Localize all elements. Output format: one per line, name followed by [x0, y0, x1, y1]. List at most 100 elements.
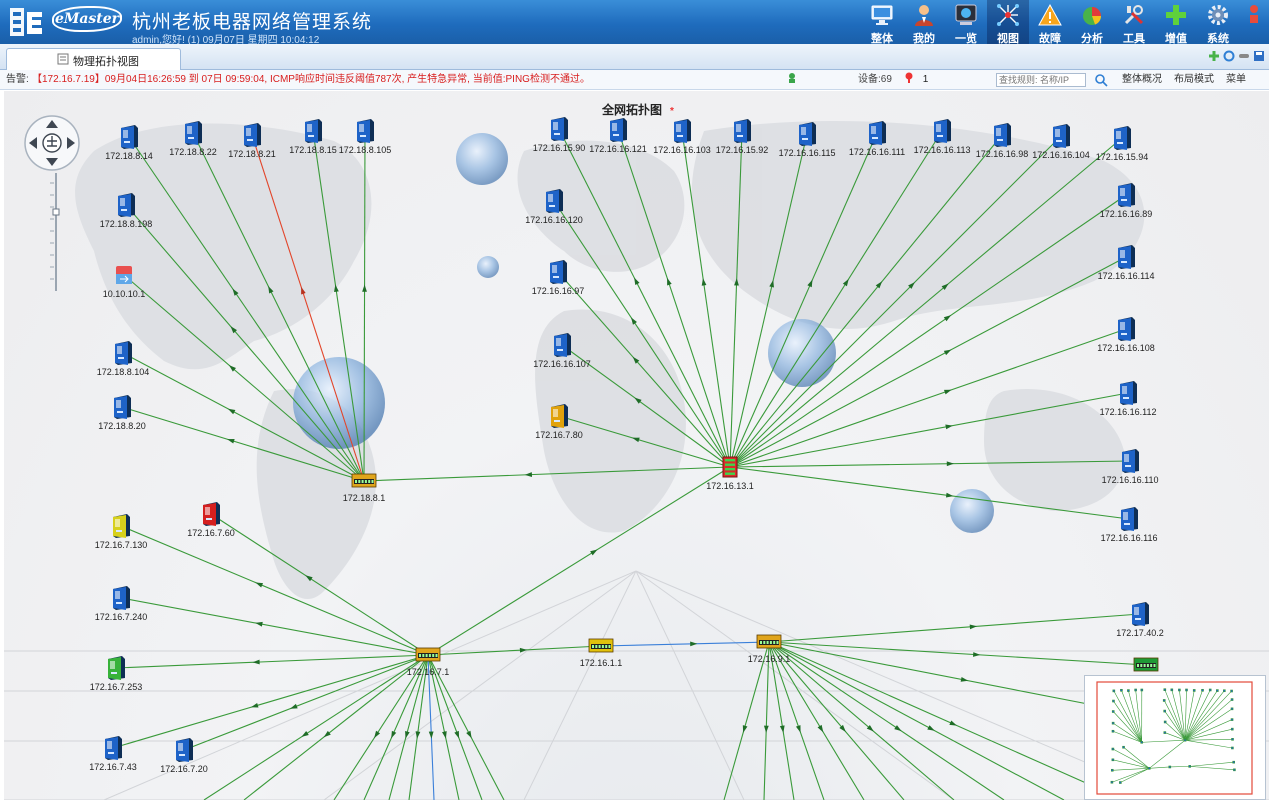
link-sw-7-b5[interactable]: [112, 654, 429, 749]
minimap-link: [1111, 768, 1150, 783]
save-icon[interactable]: [1253, 50, 1265, 62]
overview-link[interactable]: 整体概况: [1122, 70, 1162, 90]
link-arrow-icon: [795, 725, 801, 733]
minimap-link: [1185, 739, 1233, 749]
link-arrow-icon: [763, 725, 769, 733]
search-input[interactable]: [996, 73, 1086, 87]
link-arrow-icon: [227, 438, 235, 444]
nav-value-added[interactable]: 增值: [1155, 0, 1197, 45]
link-icon[interactable]: [1238, 50, 1250, 62]
link-sw-9-offscreen-7[interactable]: [768, 641, 1005, 800]
link-sw-9-offscreen-9[interactable]: [768, 641, 1105, 792]
server-icon: [934, 119, 951, 143]
alert-indicator[interactable]: 1: [904, 70, 928, 90]
minimap-node: [1208, 688, 1212, 692]
device-node[interactable]: 172.18.8.20: [98, 395, 146, 431]
device-label: 172.16.7.80: [535, 430, 583, 440]
search-icon[interactable]: [1094, 73, 1108, 87]
link-sw-9-offscreen-8[interactable]: [768, 641, 1065, 800]
link-sw-9-offscreen-0[interactable]: [723, 641, 770, 800]
minimap-link: [1149, 766, 1170, 769]
nav-overview[interactable]: 整体: [861, 0, 903, 45]
zoom-thumb[interactable]: [52, 208, 60, 216]
logo-icon: [10, 8, 42, 36]
refresh-icon[interactable]: [1223, 50, 1235, 62]
nav-tools[interactable]: 工具: [1113, 0, 1155, 45]
minimap-node: [1230, 727, 1234, 731]
device-status-icon[interactable]: [786, 70, 798, 90]
minimap-viewport[interactable]: [1096, 681, 1253, 795]
nav-system[interactable]: 系统: [1197, 0, 1239, 45]
minimap-node: [1134, 688, 1137, 692]
link-sw-7-b3[interactable]: [120, 597, 429, 656]
pan-control[interactable]: [22, 113, 82, 173]
zoom-slider[interactable]: [50, 173, 62, 293]
minimap-link: [1184, 708, 1233, 741]
device-node[interactable]: 172.16.16.121: [589, 118, 647, 154]
link-sw-7-b6[interactable]: [183, 654, 429, 751]
device-node[interactable]: 172.16.15.90: [533, 117, 586, 153]
device-node[interactable]: 172.18.8.105: [339, 119, 392, 155]
minimap-node: [1112, 699, 1115, 703]
link-sw-1-sw-9[interactable]: [600, 641, 770, 647]
device-node[interactable]: 172.16.16.97: [532, 260, 585, 296]
menu-link[interactable]: 菜单: [1226, 70, 1246, 90]
alarm-bar: 告警: 【172.16.7.19】09月04日16:26:59 到 07日 09…: [0, 70, 1269, 90]
link-arrow-icon: [524, 472, 532, 477]
minimap-link: [1184, 690, 1225, 741]
server-icon: [799, 122, 816, 146]
link-sw-9-offscreen-4[interactable]: [768, 641, 865, 800]
link-sw-9-offscreen-1[interactable]: [763, 641, 770, 800]
app-title: 杭州老板电器网络管理系统: [132, 12, 373, 33]
tab-physical-topology[interactable]: 物理拓扑视图: [6, 48, 181, 70]
device-node[interactable]: 172.18.8.104: [97, 341, 150, 377]
link-sw-9-r1[interactable]: [768, 613, 1141, 643]
minimap-node: [1178, 688, 1181, 692]
link-sw-9-offscreen-5[interactable]: [768, 641, 905, 800]
minimap-link: [1112, 768, 1150, 771]
link-arrow-icon: [894, 725, 902, 732]
device-label: 172.16.16.113: [914, 145, 971, 155]
link-arrow-icon: [227, 408, 236, 415]
add-icon[interactable]: [1208, 50, 1220, 62]
server-icon: [1118, 317, 1135, 341]
nav-mine[interactable]: 我的: [903, 0, 945, 45]
device-node[interactable]: 172.16.1.1: [580, 638, 623, 668]
device-node[interactable]: 172.16.7.240: [95, 586, 148, 622]
overview-minimap[interactable]: [1084, 675, 1266, 800]
minimap-node: [1110, 780, 1114, 784]
device-node[interactable]: 172.16.16.116: [1101, 507, 1158, 543]
minimap-link: [1149, 739, 1186, 769]
link-arrow-icon: [943, 389, 952, 395]
device-node[interactable]: 172.16.7.60: [187, 502, 235, 538]
device-node[interactable]: 172.16.7.253: [90, 656, 143, 692]
device-node[interactable]: 172.16.7.130: [95, 514, 148, 550]
link-sw-7-b4[interactable]: [115, 654, 429, 669]
layout-mode-link[interactable]: 布局模式: [1174, 70, 1214, 90]
device-node[interactable]: 172.16.15.94: [1096, 126, 1149, 162]
server-icon: [1118, 183, 1135, 207]
topology-canvas[interactable]: 172.18.8.1 172.16.13.1 172.16.7.1 172.16.1.…: [4, 91, 1269, 800]
link-arrow-icon: [817, 724, 824, 733]
device-label: 172.16.16.120: [525, 215, 583, 225]
nav-view[interactable]: 视图: [987, 0, 1029, 45]
alarm-message[interactable]: 【172.16.7.19】09月04日16:26:59 到 07日 09:59:…: [32, 70, 590, 90]
server-icon: [1118, 245, 1135, 269]
device-node[interactable]: 172.16.16.108: [1097, 317, 1155, 353]
nav-fault[interactable]: 故障: [1029, 0, 1071, 45]
nav-glance[interactable]: 一览: [945, 0, 987, 45]
device-node[interactable]: 172.16.16.112: [1100, 381, 1157, 417]
device-label: 172.16.7.20: [160, 764, 208, 774]
minimap-link: [1189, 761, 1234, 767]
device-node[interactable]: 172.16.16.104: [1032, 124, 1090, 160]
minimap-node: [1183, 738, 1187, 742]
minimap-node: [1162, 699, 1166, 702]
nav-exit[interactable]: [1239, 0, 1269, 44]
link-arrow-icon: [454, 730, 460, 739]
minimap-link: [1141, 739, 1186, 743]
alarm-label: 告警:: [6, 74, 29, 85]
device-node[interactable]: 172.17.40.2: [1116, 602, 1164, 638]
nav-analysis[interactable]: 分析: [1071, 0, 1113, 45]
link-sw-9-offscreen-2[interactable]: [768, 641, 795, 800]
link-arrow-icon: [973, 652, 981, 657]
